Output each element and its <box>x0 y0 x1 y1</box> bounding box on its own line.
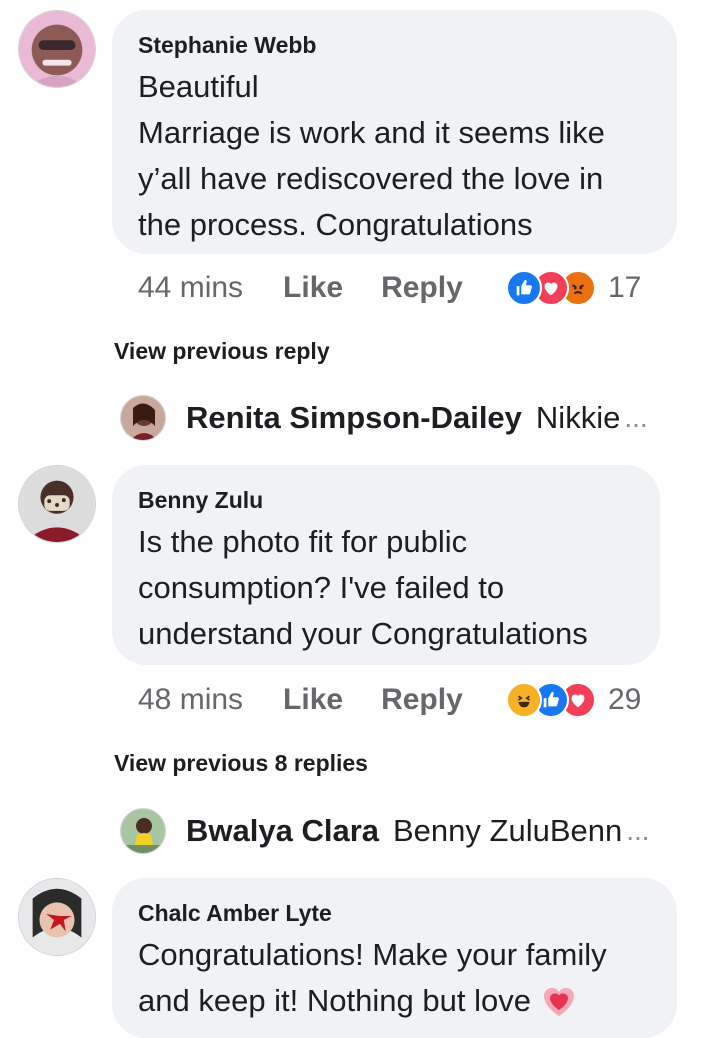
comment-author[interactable]: Stephanie Webb <box>138 32 651 58</box>
avatar-renita-simpson-dailey[interactable] <box>120 395 166 441</box>
reply-preview[interactable]: Renita Simpson-Dailey Nikkie ... <box>120 392 648 444</box>
avatar-bwalya-clara[interactable] <box>120 808 166 854</box>
comment-timestamp[interactable]: 44 mins <box>138 271 243 305</box>
avatar-chalc-amber-lyte[interactable] <box>18 878 96 956</box>
reply-snippet: Nikkie <box>535 400 621 435</box>
reply-ellipsis: ... <box>626 815 650 846</box>
reply-author[interactable]: Renita Simpson-Dailey <box>186 400 522 436</box>
view-previous-replies-link[interactable]: View previous 8 replies <box>114 750 368 777</box>
avatar-stephanie-webb[interactable] <box>18 10 96 88</box>
reply-button[interactable]: Reply <box>381 683 463 717</box>
comment-actions: 48 mins Like Reply <box>138 680 463 720</box>
reaction-count: 17 <box>608 271 642 304</box>
reply-author[interactable]: Bwalya Clara <box>186 813 379 849</box>
growing-heart-icon <box>541 984 577 1018</box>
comment-bubble: Benny Zulu Is the photo fit for public c… <box>112 465 660 665</box>
comment-author[interactable]: Benny Zulu <box>138 487 634 513</box>
reply-ellipsis: ... <box>624 402 648 433</box>
reply-button[interactable]: Reply <box>381 271 463 305</box>
like-button[interactable]: Like <box>283 271 343 305</box>
comment-text: Beautiful Marriage is work and it seems … <box>138 69 605 242</box>
comment-actions: 44 mins Like Reply <box>138 268 463 308</box>
comment-author[interactable]: Chalc Amber Lyte <box>138 900 651 926</box>
comment-text: Is the photo fit for public consumption?… <box>138 524 588 651</box>
reaction-summary[interactable]: 29 <box>506 680 641 720</box>
like-button[interactable]: Like <box>283 683 343 717</box>
like-icon <box>506 270 542 306</box>
comment-bubble: Chalc Amber Lyte Congratulations! Make y… <box>112 878 677 1038</box>
avatar-benny-zulu[interactable] <box>18 465 96 543</box>
haha-icon <box>506 682 542 718</box>
reply-snippet: Benny ZuluBenn <box>393 813 623 848</box>
reaction-summary[interactable]: 17 <box>506 268 641 308</box>
comment-bubble: Stephanie Webb Beautiful Marriage is wor… <box>112 10 677 254</box>
reaction-count: 29 <box>608 683 642 716</box>
view-previous-replies-link[interactable]: View previous reply <box>114 338 330 365</box>
comment-text: Congratulations! Make your family and ke… <box>138 937 607 1018</box>
comment-timestamp[interactable]: 48 mins <box>138 683 243 717</box>
reply-preview[interactable]: Bwalya Clara Benny ZuluBenn ... <box>120 805 650 857</box>
